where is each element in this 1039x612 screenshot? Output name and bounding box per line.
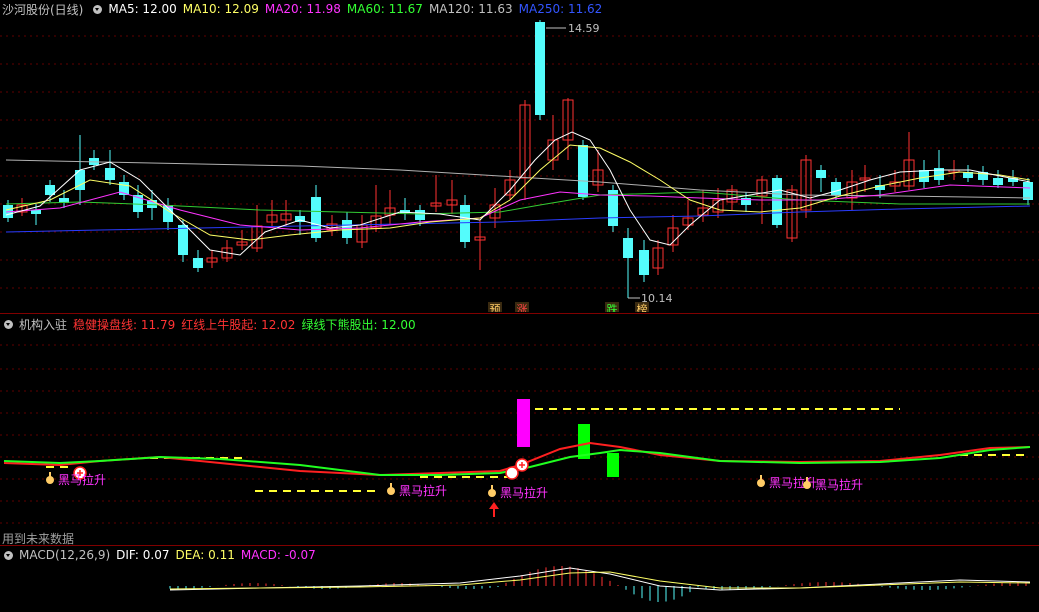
indicator-chart[interactable]: 黑马拉升黑马拉升 黑马拉升黑马拉升黑马拉升 (0, 315, 1039, 545)
macd-header: MACD(12,26,9) DIF: 0.07 DEA: 0.11 MACD: … (0, 546, 322, 564)
ma-legend-item: MA250: 11.62 (518, 2, 603, 16)
macd-dea: DEA: 0.11 (175, 548, 235, 562)
main-header: 沙河股份(日线) MA5: 12.00 MA10: 12.09 MA20: 11.9… (0, 0, 608, 18)
ma250-line (5, 205, 1031, 233)
plus-marker-icon (505, 466, 519, 480)
candlestick-chart[interactable]: 14.5910.14预涨跌榜 (0, 0, 1039, 312)
tag-0: 预 (490, 303, 501, 312)
panel-separator-1 (0, 313, 1039, 314)
candle-body (31, 210, 41, 214)
hand-finger (760, 475, 762, 481)
indicator-legend-item: 稳健操盘线: 11.79 (73, 317, 176, 332)
candle-body (623, 238, 633, 258)
tag-3: 榜 (637, 302, 648, 312)
main-chart-panel[interactable]: 14.59 10.14 预涨跌榜 沙河股份(日线) MA5: 12.00 MA10: … (0, 0, 1039, 312)
indicator-header: 机构入驻 稳健操盘线: 11.79 红线上牛股起: 12.02 绿线下熊股出: 12… (0, 315, 422, 333)
up-arrow-icon (489, 502, 499, 509)
signal-bar-magenta (517, 399, 530, 447)
candle-body (578, 145, 588, 197)
ma-legend-item: MA10: 12.09 (182, 2, 259, 16)
dif-line (169, 567, 1031, 591)
dropdown-icon[interactable] (4, 319, 13, 329)
signal-label: 黑马拉升 (58, 472, 106, 487)
candle-body (639, 250, 649, 275)
indicator-legend-item: 红线上牛股起: 12.02 (181, 317, 296, 332)
candle-body (993, 178, 1003, 185)
signal-label: 黑马拉升 (399, 483, 447, 498)
ma-legend-item: MA20: 11.98 (264, 2, 341, 16)
stock-title: 沙河股份(日线) (2, 2, 84, 17)
dropdown-icon[interactable] (93, 4, 103, 14)
high-price-label: 14.59 (568, 22, 600, 35)
macd-title: MACD(12,26,9) (19, 548, 111, 562)
indicator-panel[interactable]: 黑马拉升 黑马拉升 黑马拉升 黑马拉升 黑马拉升 机构入驻 稳健操盘线: 11.79 红线… (0, 315, 1039, 545)
ma-legend: MA5: 12.00 MA10: 12.09 MA20: 11.98 MA60: 11… (108, 2, 608, 16)
candle-body (460, 205, 470, 242)
indicator-legend: 稳健操盘线: 11.79 红线上牛股起: 12.02 绿线下熊股出: 12.00 (73, 316, 422, 333)
candle-body (105, 168, 115, 180)
dea-line (169, 571, 1031, 590)
hand-finger (49, 472, 51, 478)
macd-panel[interactable]: MACD(12,26,9) DIF: 0.07 DEA: 0.11 MACD: … (0, 546, 1039, 612)
ma-legend-item: MA120: 11.63 (428, 2, 513, 16)
tag-2: 跌 (607, 302, 618, 312)
macd-value: MACD: -0.07 (240, 548, 316, 562)
ma-legend-item: MA60: 11.67 (346, 2, 423, 16)
candle-body (831, 182, 841, 195)
candle-body (816, 170, 826, 178)
candle-body (193, 258, 203, 268)
signal-label: 黑马拉升 (500, 485, 548, 500)
candle-body (535, 22, 545, 115)
hand-finger (491, 485, 493, 491)
candle-body (772, 178, 782, 225)
candle-body (415, 210, 425, 220)
signal-label: 黑马拉升 (815, 477, 863, 492)
dropdown-icon[interactable] (4, 550, 13, 560)
ma5-line (5, 131, 1031, 256)
indicator-legend-item: 绿线下熊股出: 12.00 (301, 317, 416, 332)
candle-body (178, 225, 188, 255)
macd-dif: DIF: 0.07 (116, 548, 170, 562)
candle-body (1023, 182, 1033, 200)
indicator-title: 机构入驻 (19, 317, 68, 332)
tag-1: 涨 (517, 303, 528, 312)
signal-bar-green (607, 453, 619, 477)
ma-legend-item: MA5: 12.00 (108, 2, 177, 16)
hand-finger (806, 477, 808, 483)
candle-body (919, 170, 929, 182)
ma10-line (5, 144, 1031, 241)
hand-finger (390, 483, 392, 489)
